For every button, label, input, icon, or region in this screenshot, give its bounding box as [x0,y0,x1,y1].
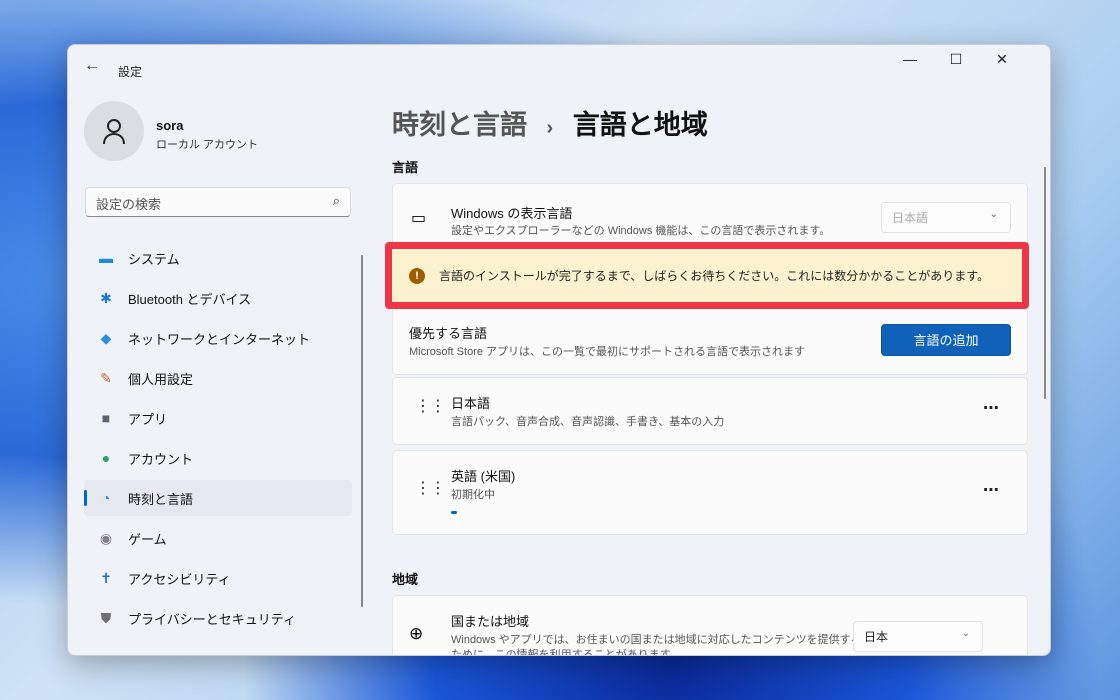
sidebar-item-label: アカウント [128,451,194,467]
window-title: 設定 [118,65,143,79]
language-desc: 言語パック、音声合成、音声認識、手書き、基本の入力 [451,416,725,428]
language-name: 日本語 [451,396,491,411]
sidebar-icon: ⛊ [100,609,112,626]
display-language-desc: 設定やエクスプローラーなどの Windows 機能は、この言語で表示されます。 [451,225,831,237]
sidebar-icon: ● [101,450,111,466]
warning-icon: ! [409,267,425,284]
language-item[interactable]: ⋮⋮ 日本語 言語パック、音声合成、音声認識、手書き、基本の入力 ⋯ [392,377,1028,445]
display-language-value: 日本語 [892,211,929,225]
sidebar-item[interactable]: ✱ Bluetooth とデバイス [84,280,352,316]
sidebar-item[interactable]: ◔ 時刻と言語 [84,480,352,516]
account-type: ローカル アカウント [156,139,259,151]
country-dropdown[interactable]: 日本 ⌄ [853,621,983,652]
drag-handle-icon[interactable]: ⋮⋮ [415,481,446,497]
search-icon: ⌕ [332,193,340,208]
language-name: 英語 (米国) [451,469,516,484]
region-card: ⊕ 国または地域 Windows やアプリでは、お住まいの国または地域に対応した… [392,595,1028,656]
sidebar-icon: ■ [101,410,111,426]
breadcrumb-parent[interactable]: 時刻と言語 [392,110,527,140]
settings-window: ← 設定 — ☐ ✕ sora ローカル アカウント 設定の検索 ⌕ ▬ システム… [67,44,1051,656]
sidebar-item-label: アクセシビリティ [128,571,231,587]
install-notice: ! 言語のインストールが完了するまで、しばらくお待ちください。これには数分かかる… [392,249,1022,302]
chevron-down-icon: ⌄ [989,209,998,220]
sidebar-item[interactable]: ◉ ゲーム [84,520,352,556]
more-options-icon[interactable]: ⋯ [983,398,999,418]
install-notice-text: 言語のインストールが完了するまで、しばらくお待ちください。これには数分かかること… [439,269,990,283]
breadcrumb-current: 言語と地域 [572,110,708,140]
avatar[interactable] [84,101,144,161]
sidebar-item[interactable]: ● アカウント [84,440,352,476]
sidebar-item[interactable]: ⛊ プライバシーとセキュリティ [84,600,352,636]
display-language-dropdown[interactable]: 日本語 ⌄ [881,202,1011,233]
display-icon: ▭ [411,210,427,227]
content-scrollbar[interactable] [1044,167,1046,399]
selected-indicator [84,490,87,506]
sidebar-item-label: ゲーム [128,531,167,547]
sidebar-item-label: システム [128,251,180,267]
chevron-down-icon: ⌄ [961,628,970,639]
sidebar-icon: ◔ [101,490,111,506]
install-progress-bar [451,511,751,514]
country-desc-2: ために、この情報を利用することがあります [451,649,671,656]
country-desc: Windows やアプリでは、お住まいの国または地域に対応したコンテンツを提供す… [451,634,862,646]
sidebar-item[interactable]: ✝ アクセシビリティ [84,560,352,596]
search-placeholder: 設定の検索 [96,197,162,212]
sidebar-item-label: アプリ [128,411,168,427]
install-progress-fill [451,511,457,514]
sidebar-icon: ◉ [99,529,113,546]
sidebar-icon: ▬ [99,250,113,266]
country-title: 国または地域 [451,614,530,629]
sidebar-scrollbar[interactable] [361,255,363,607]
language-heading: 言語 [392,160,419,175]
more-options-icon[interactable]: ⋯ [983,480,999,500]
sidebar-item[interactable]: ■ アプリ [84,400,352,436]
sidebar-icon: ✝ [100,569,112,586]
sidebar-item-label: 個人用設定 [128,371,194,387]
user-name: sora [156,118,184,133]
breadcrumb-separator-icon: › [546,117,554,139]
back-button[interactable]: ← [84,57,100,75]
drag-handle-icon[interactable]: ⋮⋮ [415,399,446,415]
globe-icon: ⊕ [409,624,424,643]
install-notice-highlight: ! 言語のインストールが完了するまで、しばらくお待ちください。これには数分かかる… [385,242,1029,309]
sidebar-item-label: ネットワークとインターネット [128,331,311,347]
preferred-desc: Microsoft Store アプリは、この一覧で最初にサポートされる言語で表… [409,346,806,358]
minimize-button[interactable]: — [890,51,930,67]
sidebar-item-label: Bluetooth とデバイス [128,291,252,307]
language-desc: 初期化中 [451,489,495,501]
sidebar-item-label: 時刻と言語 [128,491,194,507]
country-value: 日本 [864,630,889,644]
sidebar-item[interactable]: ◆ ネットワークとインターネット [84,320,352,356]
display-language-title: Windows の表示言語 [451,206,573,221]
sidebar-item[interactable]: ▬ システム [84,240,352,276]
sidebar-item-label: プライバシーとセキュリティ [128,611,296,627]
user-icon [103,119,125,145]
region-heading: 地域 [392,572,419,587]
preferred-title: 優先する言語 [409,326,488,341]
sidebar-item[interactable]: ✎ 個人用設定 [84,360,352,396]
language-item[interactable]: ⋮⋮ 英語 (米国) 初期化中 ⋯ [392,450,1028,535]
breadcrumb: 時刻と言語 › 言語と地域 [392,103,708,142]
search-input[interactable]: 設定の検索 ⌕ [85,187,351,217]
add-language-button[interactable]: 言語の追加 [881,324,1011,356]
sidebar-icon: ◆ [100,329,112,346]
maximize-button[interactable]: ☐ [936,51,976,68]
sidebar-icon: ✎ [100,369,112,386]
close-button[interactable]: ✕ [982,51,1022,68]
sidebar-icon: ✱ [100,289,112,306]
